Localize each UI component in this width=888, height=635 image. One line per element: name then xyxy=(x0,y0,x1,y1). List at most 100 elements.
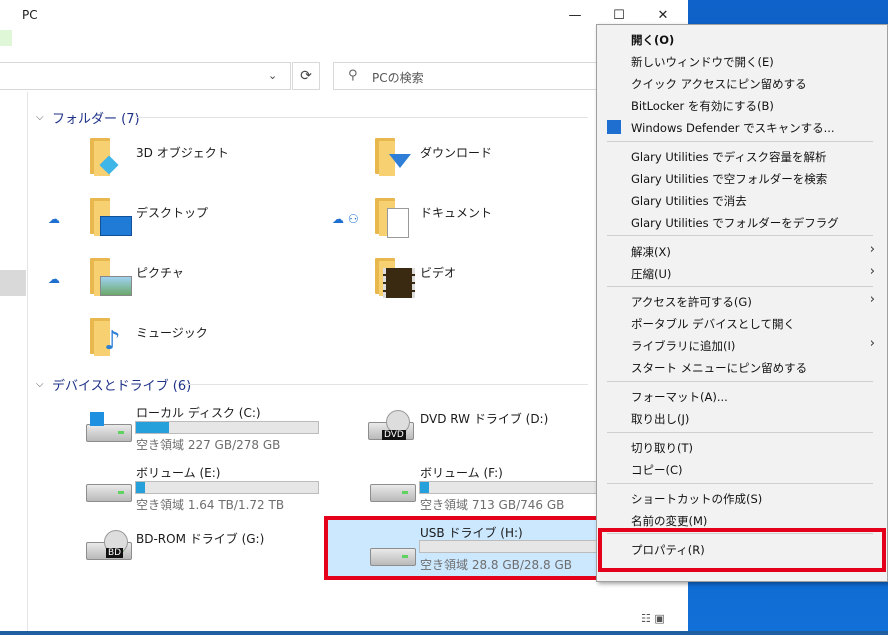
folder-icon xyxy=(373,198,409,238)
drive-free-space: 空き領域 227 GB/278 GB xyxy=(136,438,281,452)
drive-g[interactable]: BD BD-ROM ドライブ (G:) xyxy=(84,526,324,576)
folders-group-label: フォルダー (7) xyxy=(52,112,140,127)
search-icon: ⚲ xyxy=(348,68,358,83)
drives-group-header[interactable]: ⌵ デバイスとドライブ (6) xyxy=(36,375,191,394)
folder-pictures[interactable]: ピクチャ xyxy=(88,258,328,308)
menu-item-label: ライブラリに追加(I) xyxy=(631,339,736,353)
folder-icon xyxy=(373,138,411,176)
hard-drive-icon xyxy=(86,472,132,502)
drive-f[interactable]: ボリューム (F:) 空き領域 713 GB/746 GB xyxy=(368,462,608,512)
folder-documents[interactable]: ドキュメント xyxy=(373,198,613,248)
menu-item-eject[interactable]: 取り出し(J) xyxy=(597,407,887,429)
drive-d[interactable]: DVD DVD RW ドライブ (D:) xyxy=(368,402,608,452)
menu-item-compress[interactable]: 圧縮(U) › xyxy=(597,262,887,284)
menu-separator xyxy=(607,286,873,287)
menu-item-label: 切り取り(T) xyxy=(631,441,693,455)
folder-label: ドキュメント xyxy=(420,206,493,220)
menu-item-cut[interactable]: 切り取り(T) xyxy=(597,436,887,458)
menu-item-extract[interactable]: 解凍(X) › xyxy=(597,240,887,262)
minimize-button[interactable]: — xyxy=(552,0,598,30)
menu-item-label: Windows Defender でスキャンする... xyxy=(631,121,835,135)
title-bar: PC — ☐ ✕ xyxy=(0,0,688,30)
menu-item-pin-start[interactable]: スタート メニューにピン留めする xyxy=(597,356,887,378)
menu-item-copy[interactable]: コピー(C) xyxy=(597,458,887,480)
menu-item-give-access[interactable]: アクセスを許可する(G) › xyxy=(597,290,887,312)
chevron-down-icon: ⌵ xyxy=(36,112,44,123)
menu-item-label: フォーマット(A)... xyxy=(631,390,728,404)
menu-item-label: スタート メニューにピン留めする xyxy=(631,361,808,375)
drive-name: BD-ROM ドライブ (G:) xyxy=(136,532,265,546)
drive-name: ボリューム (F:) xyxy=(420,466,503,480)
large-icons-view-icon[interactable]: ▣ xyxy=(654,612,664,625)
menu-item-label: Glary Utilities でディスク容量を解析 xyxy=(631,150,827,164)
music-note-icon: ♪ xyxy=(104,326,121,356)
details-view-icon[interactable]: ☷ xyxy=(641,612,651,625)
group-divider xyxy=(135,117,588,118)
menu-item-add-library[interactable]: ライブラリに追加(I) › xyxy=(597,334,887,356)
submenu-arrow-icon: › xyxy=(869,292,875,307)
menu-item-format[interactable]: フォーマット(A)... xyxy=(597,385,887,407)
menu-separator xyxy=(607,141,873,142)
menu-item-glary-erase[interactable]: Glary Utilities で消去 xyxy=(597,189,887,211)
folder-music[interactable]: ♪ ミュージック xyxy=(88,318,328,368)
menu-item-label: Glary Utilities でフォルダーをデフラグ xyxy=(631,216,839,230)
usage-bar xyxy=(419,481,603,494)
menu-item-open[interactable]: 開く(O) xyxy=(597,28,887,50)
folder-icon xyxy=(88,138,122,176)
folder-downloads[interactable]: ダウンロード xyxy=(373,138,613,188)
windows-defender-icon xyxy=(607,120,621,134)
menu-item-label: 解凍(X) xyxy=(631,245,671,259)
folder-3d-objects[interactable]: 3D オブジェクト xyxy=(88,138,328,188)
folder-label: ダウンロード xyxy=(420,146,493,160)
folder-icon xyxy=(88,198,132,236)
menu-item-label: 取り出し(J) xyxy=(631,412,690,426)
drive-name: DVD RW ドライブ (D:) xyxy=(420,412,549,426)
menu-item-glary-defrag[interactable]: Glary Utilities でフォルダーをデフラグ xyxy=(597,211,887,233)
search-placeholder: PCの検索 xyxy=(372,71,424,85)
navigation-pane[interactable] xyxy=(0,92,28,631)
chevron-down-icon[interactable]: ⌄ xyxy=(268,69,277,82)
menu-item-pin-quick-access[interactable]: クイック アクセスにピン留めする xyxy=(597,72,887,94)
menu-item-bitlocker[interactable]: BitLocker を有効にする(B) xyxy=(597,94,887,116)
drive-e[interactable]: ボリューム (E:) 空き領域 1.64 TB/1.72 TB xyxy=(84,462,324,512)
menu-item-open-portable[interactable]: ポータブル デバイスとして開く xyxy=(597,312,887,334)
menu-item-label: 新しいウィンドウで開く(E) xyxy=(631,55,774,69)
highlight-frame-drive xyxy=(324,516,611,580)
monitor-icon xyxy=(100,216,132,236)
cloud-shared-icon: ☁ ⚇ xyxy=(332,212,359,226)
drive-c[interactable]: ローカル ディスク (C:) 空き領域 227 GB/278 GB xyxy=(84,402,324,452)
folder-videos[interactable]: ビデオ xyxy=(373,258,613,308)
menu-item-glary-analyze[interactable]: Glary Utilities でディスク容量を解析 xyxy=(597,145,887,167)
menu-item-label: Glary Utilities で空フォルダーを検索 xyxy=(631,172,828,186)
dvd-badge: DVD xyxy=(382,430,406,440)
menu-item-open-new-window[interactable]: 新しいウィンドウで開く(E) xyxy=(597,50,887,72)
download-arrow-icon xyxy=(389,154,411,168)
folder-desktop[interactable]: デスクトップ xyxy=(88,198,328,248)
taskbar-edge xyxy=(0,631,888,635)
cloud-icon: ☁ xyxy=(48,212,60,226)
file-explorer-window: PC — ☐ ✕ ⌄ ⟳ ⚲ PCの検索 ⌵ フォルダー (7) 3D オブジェ… xyxy=(0,0,688,631)
folders-group-header[interactable]: ⌵ フォルダー (7) xyxy=(36,108,140,127)
folder-icon xyxy=(88,258,132,296)
menu-item-label: 圧縮(U) xyxy=(631,267,672,281)
menu-item-label: コピー(C) xyxy=(631,463,683,477)
usage-bar xyxy=(135,421,319,434)
view-toggle-buttons[interactable]: ☷ ▣ xyxy=(641,612,665,625)
menu-item-defender-scan[interactable]: Windows Defender でスキャンする... xyxy=(597,116,887,138)
folder-icon xyxy=(373,258,415,298)
submenu-arrow-icon: › xyxy=(869,264,875,279)
drive-free-space: 空き領域 1.64 TB/1.72 TB xyxy=(136,498,285,512)
dvd-drive-icon: DVD xyxy=(368,410,414,440)
drives-group-label: デバイスとドライブ (6) xyxy=(52,379,192,394)
group-divider xyxy=(184,384,588,385)
menu-separator xyxy=(607,235,873,236)
address-bar[interactable]: ⌄ xyxy=(0,62,291,90)
refresh-button[interactable]: ⟳ xyxy=(292,62,320,90)
nav-selected-item[interactable] xyxy=(0,270,26,296)
menu-item-label: 開く(O) xyxy=(631,33,675,47)
menu-item-glary-empty-folders[interactable]: Glary Utilities で空フォルダーを検索 xyxy=(597,167,887,189)
search-input[interactable]: ⚲ PCの検索 xyxy=(333,62,615,90)
menu-item-create-shortcut[interactable]: ショートカットの作成(S) xyxy=(597,487,887,509)
menu-item-label: クイック アクセスにピン留めする xyxy=(631,77,807,91)
folder-label: ミュージック xyxy=(136,326,208,340)
